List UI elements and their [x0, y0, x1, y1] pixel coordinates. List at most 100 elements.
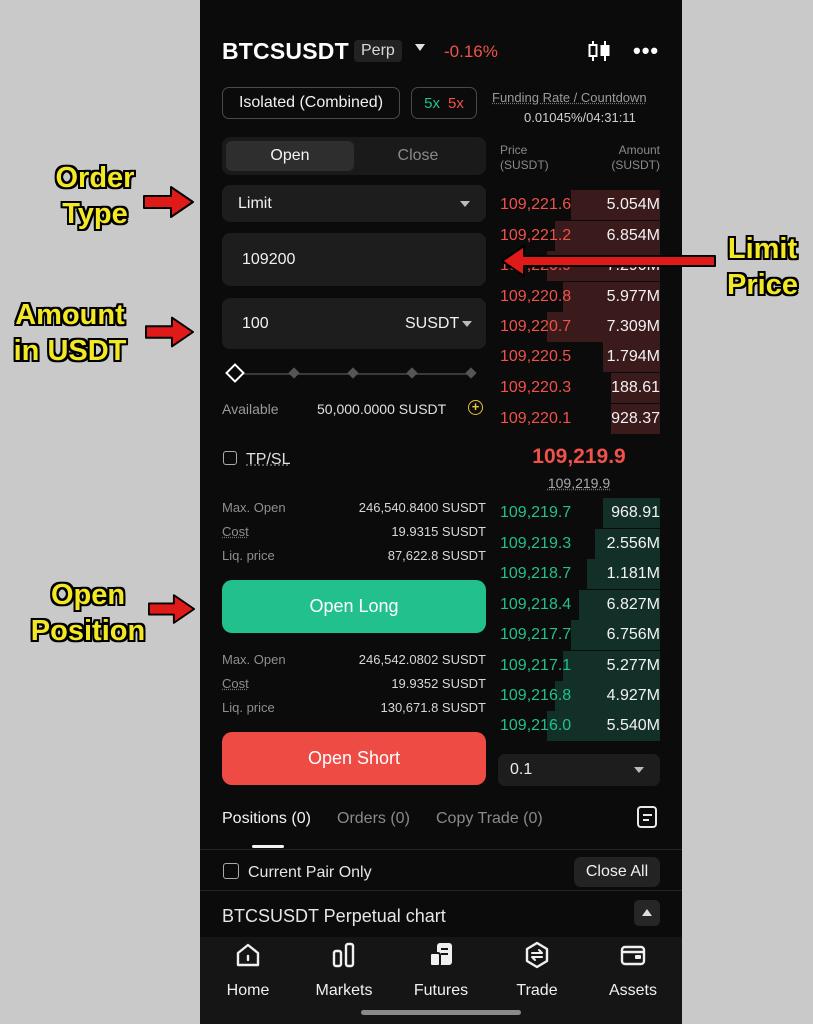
short-leverage: 5x: [448, 94, 464, 112]
arrow-left-icon: [501, 245, 716, 277]
bid-row[interactable]: 109,219.7 968.91: [498, 498, 660, 528]
bid-price: 109,219.3: [500, 535, 572, 552]
annotation-order-type: Order Type: [55, 162, 135, 230]
tab-copy-trade[interactable]: Copy Trade (0): [436, 810, 543, 828]
short-max-open-value: 246,542.0802 SUSDT: [358, 652, 486, 667]
more-options-icon[interactable]: •••: [633, 38, 659, 64]
order-type-select[interactable]: Limit: [222, 185, 486, 222]
available-balance: 50,000.0000 SUSDT: [317, 401, 447, 417]
short-cost-label[interactable]: Cost: [222, 676, 249, 691]
long-liq-price-value: 87,622.8 SUSDT: [387, 548, 486, 563]
close-all-button[interactable]: Close All: [574, 857, 660, 887]
annotation-amount: Amount in USDT: [13, 299, 127, 367]
amount-unit-select[interactable]: SUSDT: [405, 315, 459, 333]
ask-amount: 7.309M: [606, 318, 660, 335]
long-cost-value: 19.9315 SUSDT: [391, 524, 486, 539]
bid-row[interactable]: 109,217.7 6.756M: [498, 620, 660, 650]
add-funds-icon[interactable]: +: [468, 400, 483, 415]
tpsl-label[interactable]: TP/SL: [246, 451, 290, 469]
long-cost-label[interactable]: Cost: [222, 524, 249, 539]
ask-price: 109,220.8: [500, 288, 572, 305]
bid-row[interactable]: 109,216.0 5.540M: [498, 711, 660, 741]
pair-title[interactable]: BTCSUSDT: [222, 38, 349, 65]
contract-type-badge: Perp: [354, 40, 402, 62]
bid-price: 109,216.8: [500, 687, 572, 704]
open-long-button[interactable]: Open Long: [222, 580, 486, 633]
ask-row[interactable]: 109,220.8 5.977M: [498, 282, 660, 312]
bid-amount: 6.756M: [606, 626, 660, 643]
chevron-down-icon: [634, 767, 644, 773]
bid-row[interactable]: 109,216.8 4.927M: [498, 681, 660, 711]
nav-markets[interactable]: Markets: [304, 940, 384, 1000]
slider-tick[interactable]: [347, 367, 359, 379]
annotation-limit-price: Limit Price: [727, 233, 798, 301]
ask-row[interactable]: 109,220.3 188.61: [498, 373, 660, 403]
bid-amount: 2.556M: [606, 535, 660, 552]
nav-trade[interactable]: Trade: [497, 940, 577, 1000]
slider-tick[interactable]: [288, 367, 300, 379]
futures-icon: [429, 943, 452, 967]
bid-amount: 1.181M: [606, 565, 660, 582]
ask-row[interactable]: 109,220.7 7.309M: [498, 312, 660, 342]
bid-row[interactable]: 109,219.3 2.556M: [498, 529, 660, 559]
ask-price: 109,221.2: [500, 227, 572, 244]
orderbook-amount-header: Amount (SUSDT): [611, 143, 660, 172]
slider-handle[interactable]: [225, 363, 245, 383]
short-liq-price-label: Liq. price: [222, 700, 275, 715]
slider-tick[interactable]: [406, 367, 418, 379]
chevron-up-icon[interactable]: [634, 900, 660, 926]
bid-row[interactable]: 109,217.1 5.277M: [498, 651, 660, 681]
trading-screen: BTCSUSDT Perp -0.16% ••• Isolated (Combi…: [200, 0, 682, 1024]
chevron-down-icon: [460, 201, 470, 207]
order-history-icon[interactable]: [637, 806, 657, 828]
nav-futures[interactable]: Futures: [401, 940, 481, 1000]
price-input[interactable]: 109200: [222, 233, 486, 286]
active-tab-indicator: [252, 845, 284, 848]
bid-price: 109,218.7: [500, 565, 572, 582]
slider-tick[interactable]: [465, 367, 477, 379]
bid-price: 109,218.4: [500, 596, 572, 613]
bid-amount: 5.277M: [606, 657, 660, 674]
current-pair-checkbox[interactable]: [223, 863, 239, 879]
ask-row[interactable]: 109,220.5 1.794M: [498, 342, 660, 372]
price-change: -0.16%: [444, 42, 498, 61]
nav-markets-label: Markets: [315, 982, 373, 999]
ask-row[interactable]: 109,220.1 928.37: [498, 404, 660, 434]
current-pair-label[interactable]: Current Pair Only: [248, 864, 372, 882]
funding-rate-value: 0.01045%/04:31:11: [524, 110, 636, 125]
divider: [200, 849, 682, 850]
ask-amount: 928.37: [611, 410, 660, 427]
ask-row[interactable]: 109,221.6 5.054M: [498, 190, 660, 220]
pair-dropdown-icon[interactable]: [415, 44, 425, 51]
bid-price: 109,217.7: [500, 626, 572, 643]
mark-price[interactable]: 109,219.9: [498, 475, 660, 491]
nav-home-label: Home: [226, 982, 270, 999]
arrow-right-icon: [148, 594, 196, 624]
margin-mode-button[interactable]: Isolated (Combined): [222, 87, 400, 119]
ask-amount: 6.854M: [606, 227, 660, 244]
tpsl-checkbox[interactable]: [223, 451, 237, 465]
nav-futures-label: Futures: [413, 982, 469, 999]
chart-section-label[interactable]: BTCSUSDT Perpetual chart: [222, 906, 446, 927]
candlestick-chart-icon[interactable]: [587, 40, 611, 62]
bid-price: 109,217.1: [500, 657, 572, 674]
long-max-open-label: Max. Open: [222, 500, 286, 515]
open-short-button[interactable]: Open Short: [222, 732, 486, 785]
bid-row[interactable]: 109,218.7 1.181M: [498, 559, 660, 589]
annotation-open-position: Open Position: [30, 579, 146, 647]
nav-home[interactable]: Home: [208, 940, 288, 1000]
arrow-right-icon: [145, 316, 195, 348]
tab-orders[interactable]: Orders (0): [337, 810, 410, 828]
funding-rate-label[interactable]: Funding Rate / Countdown: [492, 90, 647, 105]
tab-close[interactable]: Close: [354, 141, 482, 171]
ask-amount: 188.61: [611, 379, 660, 396]
bid-row[interactable]: 109,218.4 6.827M: [498, 590, 660, 620]
tab-open[interactable]: Open: [226, 141, 354, 171]
bid-amount: 5.540M: [606, 717, 660, 734]
tab-positions[interactable]: Positions (0): [222, 810, 311, 828]
leverage-button[interactable]: 5x 5x: [411, 87, 477, 119]
long-liq-price-label: Liq. price: [222, 548, 275, 563]
short-max-open-label: Max. Open: [222, 652, 286, 667]
bid-price: 109,219.7: [500, 504, 572, 521]
nav-assets[interactable]: Assets: [593, 940, 673, 1000]
